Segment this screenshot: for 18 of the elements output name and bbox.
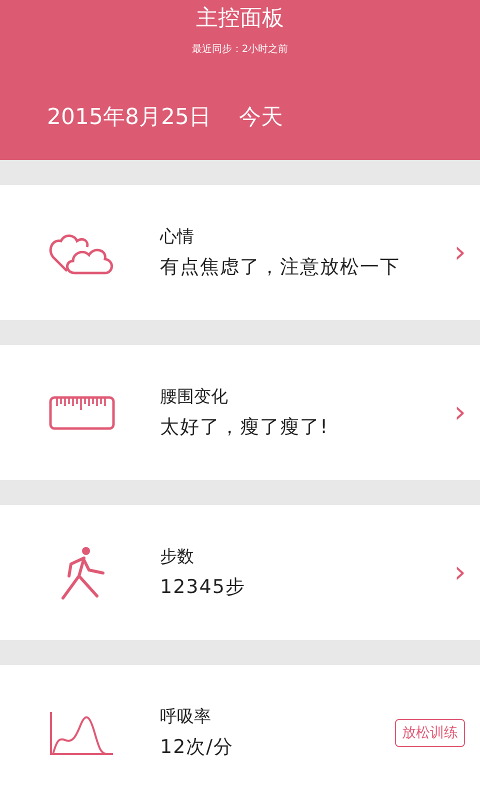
line-graph-icon bbox=[49, 710, 115, 756]
date-label: 2015年8月25日 bbox=[47, 104, 211, 132]
chevron-icon[interactable]: › bbox=[454, 558, 466, 588]
card-title: 心情 bbox=[160, 226, 195, 248]
chevron-icon[interactable]: › bbox=[454, 398, 466, 428]
ruler-icon bbox=[49, 396, 115, 430]
card-value: 有点焦虑了，注意放松一下 bbox=[160, 255, 401, 280]
relax-training-button[interactable]: 放松训练 bbox=[395, 718, 465, 746]
card-title: 腰围变化 bbox=[160, 386, 229, 408]
card-title: 步数 bbox=[160, 546, 195, 568]
card-value: 太好了，瘦了瘦了! bbox=[160, 415, 330, 440]
page-title: 主控面板 bbox=[195, 5, 285, 33]
chevron-icon[interactable]: › bbox=[454, 238, 466, 268]
card-title: 呼吸率 bbox=[160, 706, 212, 728]
sync-status: 最近同步：2小时之前 bbox=[190, 42, 290, 56]
card-value: 12345步 bbox=[160, 575, 246, 600]
card-value: 12次/分 bbox=[160, 735, 235, 760]
day-label: 今天 bbox=[238, 104, 283, 132]
